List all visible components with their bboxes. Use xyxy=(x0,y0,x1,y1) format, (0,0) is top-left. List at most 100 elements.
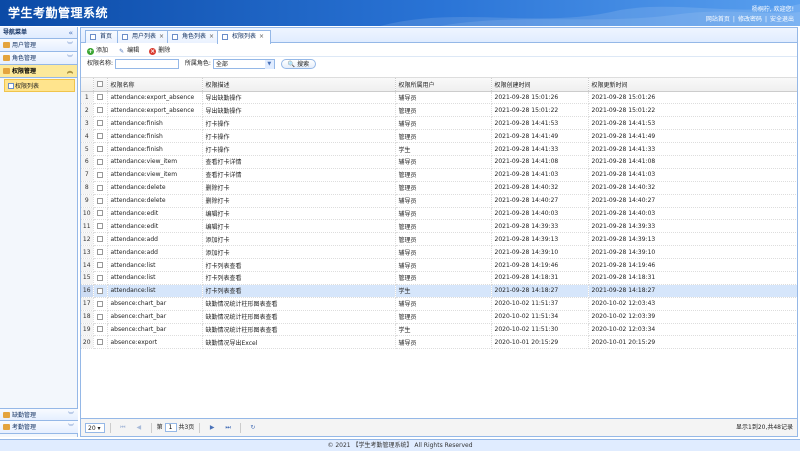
tab-role-list[interactable]: 角色列表 × xyxy=(167,30,222,43)
table-row[interactable]: 14 attendance:list 打卡列表查看 辅导员 2021-09-28 14:… xyxy=(81,258,797,272)
table-row[interactable]: 7 attendance:view_item 查看打卡详情 管理员 2021-09-28… xyxy=(81,168,797,182)
column-header-created[interactable]: 权限创建时间 xyxy=(491,78,589,92)
table-row[interactable]: 19 absence:chart_bar 缺勤情况统计柱形图表查看 学生 2020-10… xyxy=(81,323,797,337)
cell-created-time: 2021-09-28 14:40:32 xyxy=(491,181,589,195)
table-row[interactable]: 10 attendance:edit 编辑打卡 辅导员 2021-09-28 14:40… xyxy=(81,207,797,221)
row-checkbox[interactable] xyxy=(97,313,103,320)
tab-home[interactable]: 首页 xyxy=(85,30,120,43)
row-checkbox[interactable] xyxy=(97,158,103,165)
cell-updated-time: 2021-09-28 14:41:08 xyxy=(588,155,797,169)
add-button[interactable]: + 添加 xyxy=(87,44,108,58)
cell-role: 管理员 xyxy=(395,103,492,118)
row-checkbox[interactable] xyxy=(97,326,103,333)
sidebar-group-users[interactable]: 用户管理 ︾ xyxy=(0,39,77,52)
sidebar-group-label: 用户管理 xyxy=(12,42,37,49)
row-number-header xyxy=(81,78,94,92)
column-header-description[interactable]: 权限描述 xyxy=(202,78,396,92)
cell-description: 打卡操作 xyxy=(202,129,396,144)
row-checkbox[interactable] xyxy=(97,171,103,178)
page-size-select[interactable]: 20 ▾ xyxy=(85,422,105,433)
row-checkbox[interactable] xyxy=(97,287,103,294)
table-row[interactable]: 9 attendance:delete 删除打卡 辅导员 2021-09-28 14:4… xyxy=(81,194,797,208)
column-header-role[interactable]: 权限所属用户 xyxy=(395,78,492,92)
row-checkbox[interactable] xyxy=(97,262,103,269)
first-page-button[interactable]: ⏮ xyxy=(118,419,128,437)
cell-created-time: 2021-09-28 14:41:53 xyxy=(491,116,589,131)
delete-button[interactable]: × 删除 xyxy=(149,44,170,58)
sidebar-group-label: 权限管理 xyxy=(12,68,37,75)
row-checkbox[interactable] xyxy=(97,249,103,256)
row-checkbox[interactable] xyxy=(97,197,103,204)
tab-permission-list[interactable]: 权限列表 × xyxy=(217,30,272,44)
role-select[interactable]: 全部 ▼ xyxy=(212,58,275,69)
sidebar-group-absence[interactable]: 缺勤管理 ︾ xyxy=(0,408,78,421)
close-icon[interactable]: × xyxy=(259,33,264,40)
pager-info: 显示1到20,共48记录 xyxy=(736,424,793,431)
sidebar-group-roles[interactable]: 角色管理 ︾ xyxy=(0,52,77,65)
collapse-sidebar-icon[interactable]: « xyxy=(68,27,73,39)
table-row[interactable]: 13 attendance:add 添加打卡 辅导员 2021-09-28 14:39:… xyxy=(81,245,797,260)
row-checkbox-cell xyxy=(93,297,108,311)
sidebar-group-permissions[interactable]: 权限管理 ︽ xyxy=(0,65,77,78)
logout-link[interactable]: 安全退出 xyxy=(770,16,794,23)
edit-button[interactable]: ✎ 编辑 xyxy=(118,44,139,58)
tab-user-list[interactable]: 用户列表 × xyxy=(117,30,172,43)
row-checkbox[interactable] xyxy=(97,300,103,307)
table-row[interactable]: 16 attendance:list 打卡列表查看 学生 2021-09-28 14:1… xyxy=(81,284,797,298)
folder-icon xyxy=(3,412,10,418)
checkbox[interactable] xyxy=(97,81,103,88)
permission-name-input[interactable] xyxy=(114,58,179,69)
add-label: 添加 xyxy=(96,47,109,54)
table-row[interactable]: 8 attendance:delete 删除打卡 管理员 2021-09-28 14:4… xyxy=(81,181,797,195)
select-all-checkbox[interactable] xyxy=(93,78,108,92)
row-checkbox[interactable] xyxy=(97,184,103,191)
home-link[interactable]: 网站首页 xyxy=(706,16,730,23)
row-checkbox[interactable] xyxy=(97,223,103,230)
cell-role: 辅导员 xyxy=(395,245,492,260)
next-page-button[interactable]: ▶ xyxy=(207,419,217,437)
row-checkbox[interactable] xyxy=(97,120,103,127)
table-row[interactable]: 20 absence:export 缺勤情况导出Excel 辅导员 2020-10-01… xyxy=(81,335,797,350)
row-checkbox-cell xyxy=(93,129,108,144)
table-row[interactable]: 1 attendance:export_absence 导出缺勤操作 辅导员 2021-… xyxy=(81,91,797,105)
row-checkbox[interactable] xyxy=(97,146,103,152)
table-row[interactable]: 18 absence:chart_bar 缺勤情况统计柱形图表查看 管理员 2020-1… xyxy=(81,310,797,324)
refresh-icon[interactable]: ↻ xyxy=(248,419,258,437)
search-button[interactable]: 🔍 搜索 xyxy=(280,58,317,69)
row-checkbox[interactable] xyxy=(97,236,103,243)
sidebar-item-permission-list[interactable]: 权限列表 xyxy=(4,79,75,92)
folder-icon xyxy=(3,55,10,61)
last-page-button[interactable]: ⏭ xyxy=(223,419,233,437)
close-icon[interactable]: × xyxy=(159,33,164,40)
table-row[interactable]: 3 attendance:finish 打卡操作 辅导员 2021-09-28 14:4… xyxy=(81,116,797,131)
table-row[interactable]: 5 attendance:finish 打卡操作 学生 2021-09-28 14:41… xyxy=(81,142,797,156)
change-password-link[interactable]: 修改密码 xyxy=(738,16,762,23)
prev-page-button[interactable]: ◀ xyxy=(134,419,144,437)
close-icon[interactable]: × xyxy=(209,33,214,40)
cell-updated-time: 2020-10-02 12:03:34 xyxy=(588,323,797,337)
tab-label: 角色列表 xyxy=(182,33,207,40)
table-row[interactable]: 4 attendance:finish 打卡操作 管理员 2021-09-28 14:4… xyxy=(81,129,797,144)
table-row[interactable]: 2 attendance:export_absence 导出缺勤操作 管理员 2021-… xyxy=(81,103,797,118)
column-header-name[interactable]: 权限名称 xyxy=(107,78,203,92)
row-checkbox[interactable] xyxy=(97,339,103,346)
row-checkbox-cell xyxy=(93,258,108,272)
row-checkbox[interactable] xyxy=(97,210,103,217)
column-header-updated[interactable]: 权限更新时间 xyxy=(588,78,797,92)
row-number: 1 xyxy=(81,91,94,105)
sidebar-group-attendance[interactable]: 考勤管理 ︾ xyxy=(0,421,78,434)
row-checkbox[interactable] xyxy=(97,107,103,114)
page-number-input[interactable] xyxy=(164,423,177,432)
row-checkbox[interactable] xyxy=(97,94,103,101)
table-row[interactable]: 17 absence:chart_bar 缺勤情况统计柱形图表查看 辅导员 2020-1… xyxy=(81,297,797,311)
row-checkbox[interactable] xyxy=(97,133,103,140)
table-row[interactable]: 12 attendance:add 添加打卡 管理员 2021-09-28 14:39:… xyxy=(81,232,797,247)
row-checkbox[interactable] xyxy=(97,274,103,281)
table-row[interactable]: 15 attendance:list 打卡列表查看 管理员 2021-09-28 14:… xyxy=(81,271,797,285)
cell-permission-name: absence:chart_bar xyxy=(107,323,203,337)
pencil-icon: ✎ xyxy=(119,48,125,55)
cell-role: 辅导员 xyxy=(395,297,492,311)
table-row[interactable]: 11 attendance:edit 编辑打卡 管理员 2021-09-28 14:39… xyxy=(81,219,797,234)
table-row[interactable]: 6 attendance:view_item 查看打卡详情 辅导员 2021-09-28… xyxy=(81,155,797,169)
row-number: 5 xyxy=(81,142,94,156)
